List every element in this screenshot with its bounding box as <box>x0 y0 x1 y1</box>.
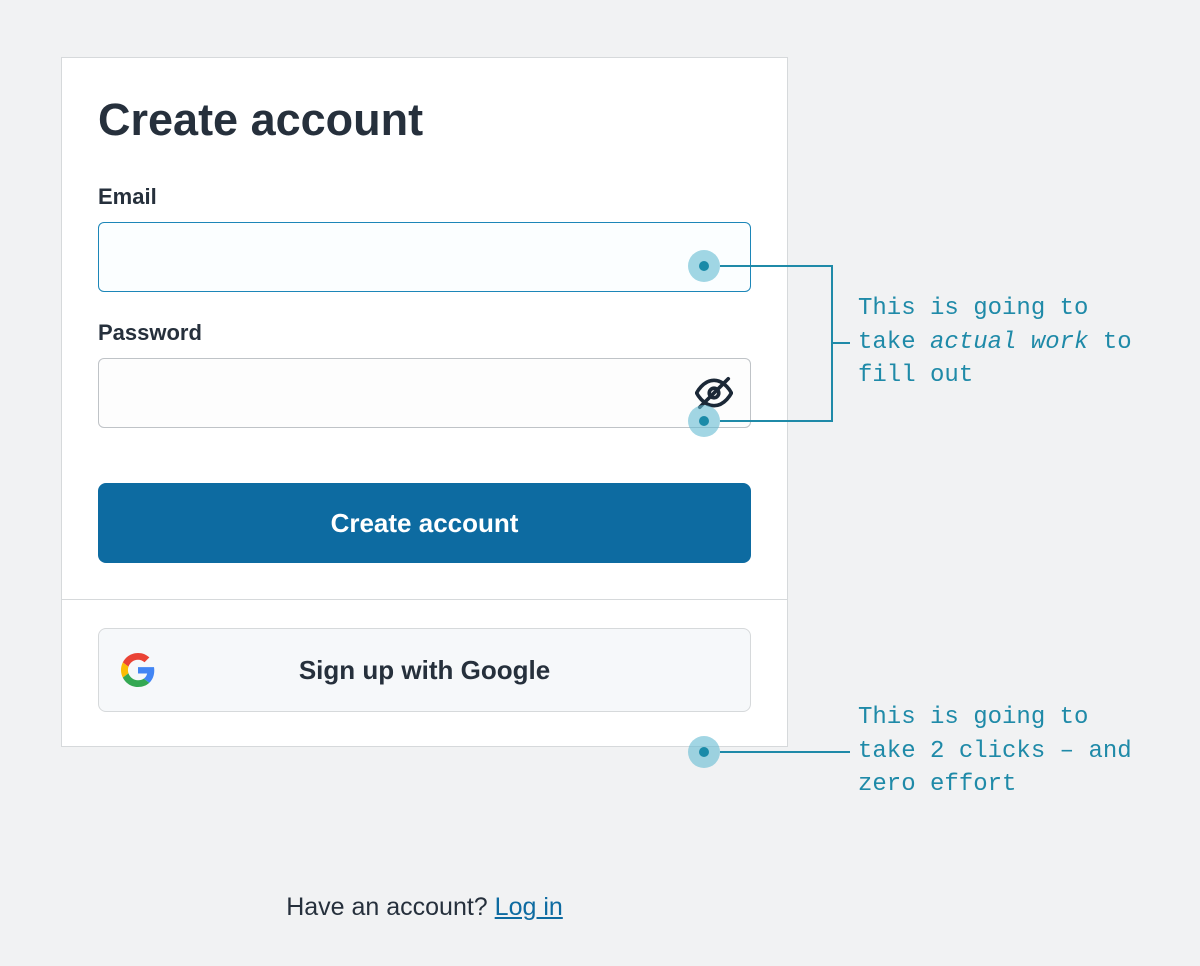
annotation-text-line: take actual work to <box>858 326 1132 360</box>
google-icon <box>121 653 155 687</box>
annotation-text-line: This is going to <box>858 292 1132 326</box>
email-field-wrap <box>98 222 751 292</box>
google-signup-button[interactable]: Sign up with Google <box>98 628 751 712</box>
annotation-text-line: take 2 clicks – and <box>858 735 1132 769</box>
email-label: Email <box>98 184 751 210</box>
password-label: Password <box>98 320 751 346</box>
annotation-dot <box>688 736 720 768</box>
password-input[interactable] <box>98 358 751 428</box>
signup-card: Create account Email Password Create acc… <box>61 57 788 747</box>
annotation-dot <box>688 405 720 437</box>
annotation-text-line: This is going to <box>858 701 1132 735</box>
footer-prompt: Have an account? <box>286 893 494 921</box>
login-link[interactable]: Log in <box>495 893 563 921</box>
page-title: Create account <box>98 94 751 146</box>
annotation-top: This is going to take actual work to fil… <box>858 292 1132 393</box>
annotation-text-line: zero effort <box>858 768 1132 802</box>
footer: Have an account? Log in <box>61 893 788 922</box>
social-section: Sign up with Google <box>62 599 787 746</box>
card-main: Create account Email Password Create acc… <box>62 58 787 599</box>
create-account-button-label: Create account <box>331 508 519 538</box>
annotation-bottom: This is going to take 2 clicks – and zer… <box>858 701 1132 802</box>
annotation-dot <box>688 250 720 282</box>
google-button-label: Sign up with Google <box>99 655 750 686</box>
password-field-wrap <box>98 358 751 428</box>
annotation-text-line: fill out <box>858 359 1132 393</box>
create-account-button[interactable]: Create account <box>98 483 751 563</box>
email-input[interactable] <box>98 222 751 292</box>
